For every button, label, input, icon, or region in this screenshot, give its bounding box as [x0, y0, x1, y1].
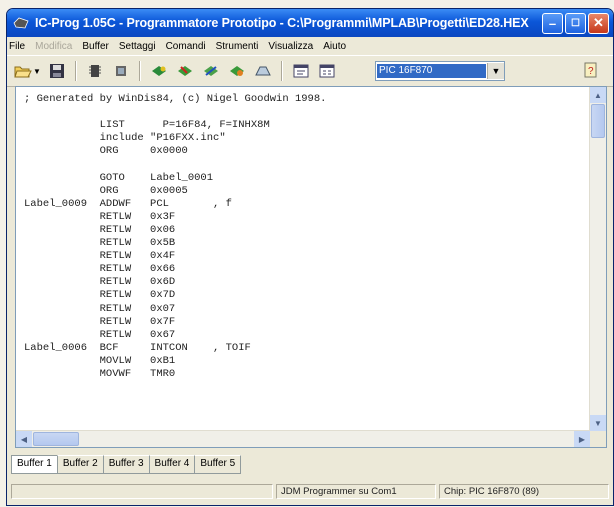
menu-aiuto[interactable]: Aiuto — [323, 41, 346, 52]
scroll-corner — [590, 431, 606, 447]
view-assembler-button[interactable] — [291, 61, 311, 81]
tab-buffer-3[interactable]: Buffer 3 — [102, 455, 150, 474]
open-folder-icon — [14, 66, 32, 78]
window-title: IC-Prog 1.05C - Programmatore Prototipo … — [35, 16, 529, 30]
code-line: ORG 0x0005 — [24, 184, 188, 197]
status-programmer: JDM Programmer su Com1 — [276, 483, 436, 499]
code-line: Label_0006 BCF INTCON , TOIF — [24, 341, 251, 354]
blank-check-button[interactable] — [253, 61, 273, 81]
menu-file[interactable]: File — [9, 41, 25, 52]
close-icon: ✕ — [593, 15, 604, 30]
app-logo-icon — [13, 16, 29, 30]
code-line: Label_0009 ADDWF PCL , f — [24, 197, 232, 210]
status-bar: JDM Programmer su Com1 Chip: PIC 16F870 … — [7, 481, 613, 501]
horizontal-scroll-thumb[interactable] — [33, 432, 79, 446]
blank-check-icon — [255, 66, 271, 76]
horizontal-scrollbar[interactable]: ◀ ▶ — [16, 430, 590, 447]
verify-chip-icon — [230, 66, 244, 76]
toolbar-separator — [281, 61, 283, 81]
menu-buffer[interactable]: Buffer — [82, 41, 109, 52]
erase-chip-icon — [204, 66, 218, 76]
open-dropdown-button[interactable]: ▼ — [33, 61, 41, 81]
scroll-left-icon[interactable]: ◀ — [16, 431, 32, 447]
device-select-value: PIC 16F870 — [377, 64, 486, 78]
chip-info-button[interactable] — [85, 61, 105, 81]
vertical-scrollbar[interactable]: ▲ ▼ — [589, 87, 606, 431]
code-line: GOTO Label_0001 — [24, 171, 214, 184]
code-line: RETLW 0x6D — [24, 276, 176, 289]
code-line: MOVLW 0xB1 — [24, 354, 176, 367]
erase-button[interactable] — [201, 61, 221, 81]
chip-icon — [89, 65, 101, 77]
program-chip-icon — [178, 66, 192, 76]
tab-buffer-1[interactable]: Buffer 1 — [11, 455, 58, 474]
menu-comandi[interactable]: Comandi — [166, 41, 206, 52]
code-line: RETLW 0x7D — [24, 289, 176, 302]
status-empty-panel — [11, 483, 273, 499]
code-line: include "P16FXX.inc" — [24, 132, 226, 145]
chevron-down-icon[interactable]: ▼ — [487, 63, 504, 79]
save-disk-icon — [50, 64, 64, 78]
code-line: LIST P=16F84, F=INHX8M — [24, 119, 270, 132]
help-icon: ? — [584, 62, 597, 78]
maximize-icon: ☐ — [571, 17, 580, 29]
read-chip-icon — [152, 66, 166, 76]
code-line: RETLW 0x7F — [24, 315, 176, 328]
chevron-down-icon: ▼ — [33, 66, 41, 76]
code-line: MOVWF TMR0 — [24, 367, 176, 380]
menu-settaggi[interactable]: Settaggi — [119, 41, 156, 52]
menu-strumenti[interactable]: Strumenti — [216, 41, 259, 52]
menu-bar: File Modifica Buffer Settaggi Comandi St… — [7, 37, 613, 56]
buffer-tabs: Buffer 1 Buffer 2 Buffer 3 Buffer 4 Buff… — [11, 455, 242, 474]
code-line: RETLW 0x07 — [24, 302, 176, 315]
tab-buffer-2[interactable]: Buffer 2 — [56, 455, 104, 474]
code-line: ; Generated by WinDis84, (c) Nigel Goodw… — [24, 93, 327, 105]
code-line: RETLW 0x4F — [24, 250, 176, 263]
svg-text:?: ? — [588, 66, 594, 77]
program-button[interactable] — [175, 61, 195, 81]
scroll-right-icon[interactable]: ▶ — [574, 431, 590, 447]
maximize-button[interactable]: ☐ — [565, 12, 586, 34]
config-chip-icon — [116, 66, 126, 76]
menu-modifica[interactable]: Modifica — [35, 41, 72, 52]
scroll-up-icon[interactable]: ▲ — [590, 87, 606, 103]
scroll-down-icon[interactable]: ▼ — [590, 415, 606, 431]
code-line: RETLW 0x67 — [24, 328, 176, 341]
code-line: RETLW 0x06 — [24, 223, 176, 236]
toolbar-separator — [75, 61, 77, 81]
tab-buffer-5[interactable]: Buffer 5 — [194, 455, 242, 474]
menu-visualizza[interactable]: Visualizza — [268, 41, 313, 52]
save-button[interactable] — [47, 61, 67, 81]
tab-buffer-4[interactable]: Buffer 4 — [148, 455, 196, 474]
toolbar-separator — [139, 61, 141, 81]
toolbar: ▼ PIC 16F870 ▼ ? — [7, 56, 613, 87]
open-file-button[interactable] — [13, 61, 33, 81]
code-line: RETLW 0x5B — [24, 237, 176, 250]
device-select[interactable]: PIC 16F870 ▼ — [375, 61, 505, 81]
config-button[interactable] — [111, 61, 131, 81]
vertical-scroll-thumb[interactable] — [591, 104, 605, 138]
status-chip: Chip: PIC 16F870 (89) — [439, 483, 609, 499]
app-window: IC-Prog 1.05C - Programmatore Prototipo … — [6, 8, 614, 506]
code-line: ORG 0x0000 — [24, 145, 188, 158]
minimize-button[interactable]: – — [542, 12, 563, 34]
close-button[interactable]: ✕ — [588, 12, 609, 34]
code-line: RETLW 0x66 — [24, 263, 176, 276]
read-button[interactable] — [149, 61, 169, 81]
window-asm-icon — [293, 64, 309, 78]
minimize-icon: – — [548, 15, 557, 31]
code-line: RETLW 0x3F — [24, 210, 176, 223]
assembler-code: ; Generated by WinDis84, (c) Nigel Goodw… — [24, 93, 584, 427]
title-bar[interactable]: IC-Prog 1.05C - Programmatore Prototipo … — [7, 9, 613, 37]
help-button[interactable]: ? — [581, 61, 601, 81]
verify-button[interactable] — [227, 61, 247, 81]
window-hex-icon — [319, 64, 335, 78]
view-hex-button[interactable] — [317, 61, 337, 81]
code-editor[interactable]: ; Generated by WinDis84, (c) Nigel Goodw… — [15, 86, 607, 448]
